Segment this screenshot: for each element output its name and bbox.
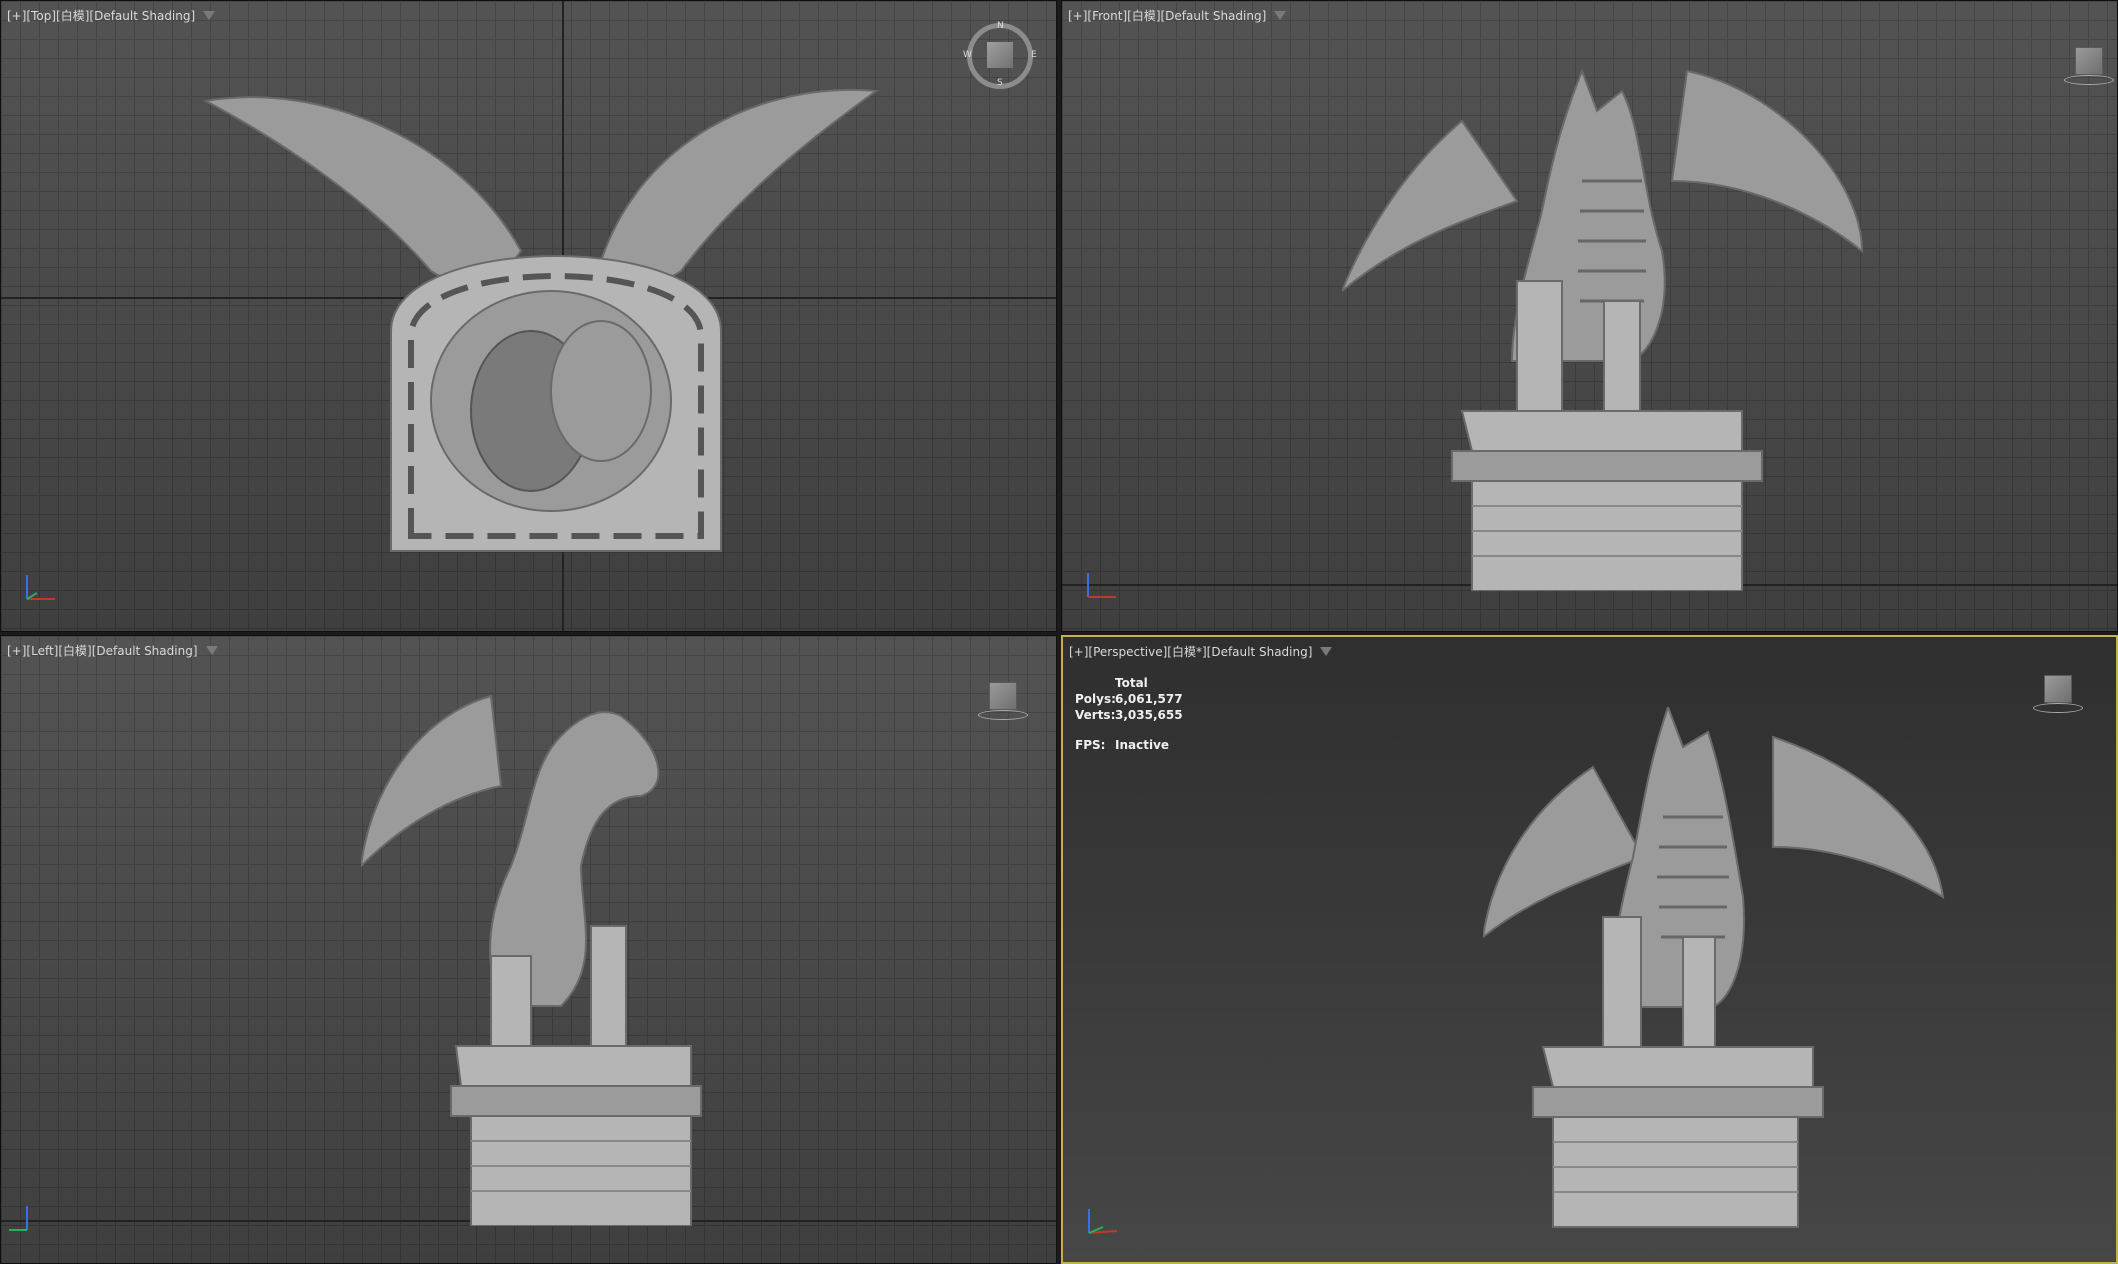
viewport-label-left[interactable]: [+][Left][白模][Default Shading] bbox=[7, 642, 218, 659]
viewcube-face bbox=[2075, 47, 2103, 75]
viewport-statistics: Total Polys: 6,061,577 Verts: 3,035,655 FP… bbox=[1075, 675, 1183, 753]
viewcube-face bbox=[2044, 675, 2072, 703]
viewcube-icon[interactable] bbox=[976, 674, 1028, 724]
viewcube-icon[interactable] bbox=[2062, 39, 2114, 89]
viewcube-compass[interactable]: N S W E bbox=[963, 21, 1037, 89]
viewcube-ring bbox=[2064, 75, 2114, 85]
viewport-perspective[interactable]: Total Polys: 6,061,577 Verts: 3,035,655 FP… bbox=[1061, 635, 2118, 1264]
viewport-top[interactable]: N S W E [+][Top][白模][Default Shading] bbox=[0, 0, 1057, 632]
axis-gizmo-icon bbox=[9, 1206, 28, 1231]
dragon-model-left[interactable] bbox=[361, 686, 721, 1226]
compass-east: E bbox=[1031, 50, 1037, 60]
viewcube-ring bbox=[978, 710, 1028, 720]
dragon-model-perspective[interactable] bbox=[1483, 707, 1993, 1237]
viewcube-icon[interactable] bbox=[987, 42, 1013, 68]
verts-value: 3,035,655 bbox=[1115, 708, 1183, 722]
viewport-left[interactable]: [+][Left][白模][Default Shading] bbox=[0, 635, 1057, 1264]
filter-icon[interactable] bbox=[1274, 11, 1287, 20]
viewcube-ring bbox=[2033, 703, 2083, 713]
viewport-front[interactable]: [+][Front][白模][Default Shading] bbox=[1061, 0, 2118, 632]
viewport-label-text[interactable]: [+][Left][白模][Default Shading] bbox=[7, 642, 198, 659]
fps-label: FPS: bbox=[1075, 738, 1106, 752]
viewport-label-text[interactable]: [+][Front][白模][Default Shading] bbox=[1068, 7, 1266, 24]
filter-icon[interactable] bbox=[1320, 647, 1333, 656]
fps-value: Inactive bbox=[1115, 738, 1170, 752]
viewport-label-top[interactable]: [+][Top][白模][Default Shading] bbox=[7, 7, 216, 24]
viewport-label-perspective[interactable]: [+][Perspective][白模*][Default Shading] bbox=[1069, 643, 1333, 660]
compass-west: W bbox=[963, 50, 972, 60]
dragon-model-top[interactable] bbox=[201, 81, 891, 571]
verts-label: Verts: bbox=[1075, 708, 1116, 722]
viewport-label-text[interactable]: [+][Top][白模][Default Shading] bbox=[7, 7, 195, 24]
axis-gizmo-icon bbox=[1087, 573, 1116, 598]
axis-gizmo-icon bbox=[26, 575, 55, 600]
viewcube-icon[interactable] bbox=[2031, 667, 2083, 717]
compass-north: N bbox=[997, 21, 1004, 31]
compass-south: S bbox=[997, 78, 1003, 88]
dragon-model-front[interactable] bbox=[1342, 51, 1902, 591]
viewport-label-text[interactable]: [+][Perspective][白模*][Default Shading] bbox=[1069, 643, 1312, 660]
stats-header: Total bbox=[1115, 676, 1148, 690]
filter-icon[interactable] bbox=[205, 646, 218, 655]
polys-label: Polys: bbox=[1075, 692, 1116, 706]
filter-icon[interactable] bbox=[203, 11, 216, 20]
axis-gizmo-icon bbox=[1088, 1209, 1118, 1234]
viewport-label-front[interactable]: [+][Front][白模][Default Shading] bbox=[1068, 7, 1287, 24]
polys-value: 6,061,577 bbox=[1115, 692, 1183, 706]
viewcube-face bbox=[989, 682, 1017, 710]
